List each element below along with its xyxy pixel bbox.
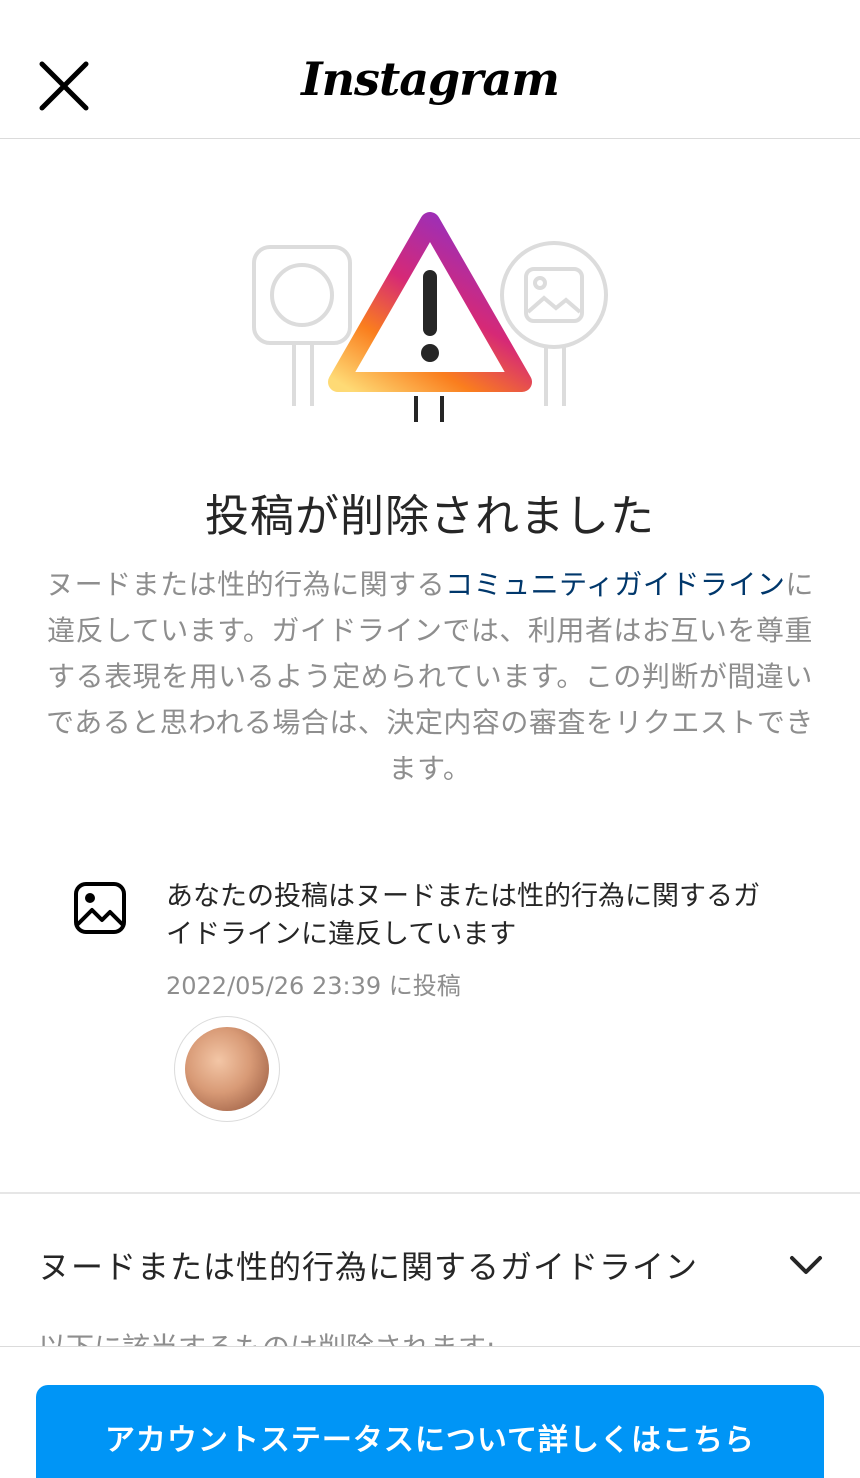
- post-thumbnail[interactable]: [174, 1016, 280, 1122]
- page: Instagram 投稿が削除されました ヌードまたは性的行為に関するコミュニテ…: [0, 0, 860, 1478]
- guidelines-accordion[interactable]: ヌードまたは性的行為に関するガイドライン: [0, 1230, 860, 1300]
- section-divider: [0, 1192, 860, 1194]
- post-violation-message: あなたの投稿はヌードまたは性的行為に関するガイドラインに違反しています: [166, 881, 760, 950]
- app-logo: Instagram: [301, 52, 560, 106]
- page-title: 投稿が削除されました: [205, 491, 655, 542]
- warning-icon: [328, 212, 532, 392]
- learn-more-button[interactable]: アカウントステータスについて詳しくはこちら: [36, 1385, 824, 1478]
- footer-bar: アカウントステータスについて詳しくはこちら: [0, 1346, 860, 1478]
- warning-illustration: [240, 200, 620, 430]
- header-bar: Instagram: [0, 0, 860, 139]
- accordion-partial-text: 以下に該当するものは削除されます:: [38, 1328, 495, 1346]
- description-text-start: ヌードまたは性的行為に関する: [46, 568, 446, 601]
- post-thumbnail-image: [185, 1027, 269, 1111]
- community-guidelines-link[interactable]: コミュニティガイドライン: [445, 568, 785, 601]
- accordion-title: ヌードまたは性的行為に関するガイドライン: [38, 1248, 699, 1286]
- image-icon: [72, 880, 128, 936]
- post-timestamp: 2022/05/26 23:39 に投稿: [166, 972, 461, 1000]
- chevron-down-icon[interactable]: [786, 1248, 826, 1284]
- description: ヌードまたは性的行為に関するコミュニティガイドラインに違反しています。ガイドライ…: [38, 562, 822, 792]
